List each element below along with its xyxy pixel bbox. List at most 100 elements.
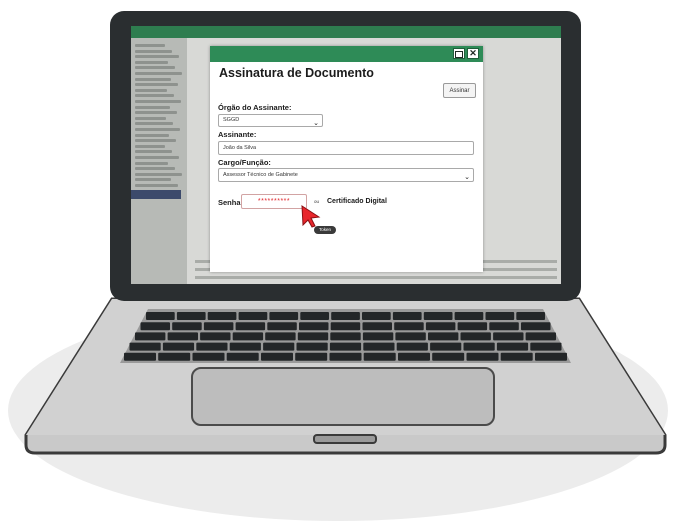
- sidebar-text-line: [135, 150, 172, 154]
- keyboard-key: [203, 322, 234, 331]
- sidebar-selected-item: [131, 190, 181, 199]
- orgao-value: SGGD: [223, 117, 240, 123]
- assinante-input[interactable]: João da Silva: [218, 141, 474, 155]
- keyboard-key: [300, 312, 329, 320]
- signature-dialog: ✕ Assinatura de Documento Assinar Órgão …: [210, 46, 483, 272]
- keyboard-key: [493, 332, 524, 341]
- keyboard-key: [263, 342, 295, 351]
- sidebar-text-line: [135, 139, 176, 143]
- sidebar-text-line: [135, 94, 174, 98]
- keyboard-key: [396, 342, 428, 351]
- keyboard-key: [466, 352, 499, 361]
- sidebar-text-line: [135, 66, 175, 70]
- keyboard-key: [521, 322, 551, 331]
- keyboard-key: [172, 322, 202, 331]
- password-value: **********: [257, 198, 291, 205]
- close-icon: ✕: [469, 48, 477, 58]
- senha-label: Senha: [218, 198, 241, 207]
- app-top-bar: [131, 26, 561, 38]
- keyboard-key: [500, 352, 533, 361]
- keyboard-key: [135, 332, 166, 341]
- keyboard: [120, 309, 571, 363]
- sidebar-text-line: [135, 88, 167, 92]
- sidebar-text-line: [135, 49, 172, 53]
- keyboard-key: [425, 322, 456, 331]
- background-text-line: [195, 276, 557, 279]
- keyboard-key: [226, 352, 259, 361]
- keyboard-key: [158, 352, 191, 361]
- keyboard-key: [454, 312, 484, 320]
- close-button[interactable]: ✕: [467, 48, 479, 59]
- sidebar-text-line: [135, 144, 165, 148]
- keyboard-key: [330, 322, 361, 331]
- keyboard-key: [269, 312, 299, 320]
- keyboard-key: [363, 352, 396, 361]
- keyboard-key: [516, 312, 545, 320]
- sidebar-text-line: [135, 184, 178, 187]
- keyboard-key: [423, 312, 453, 320]
- keyboard-key: [530, 342, 562, 351]
- keyboard-key: [485, 312, 515, 320]
- chevron-down-icon: ⌄: [313, 120, 319, 127]
- sidebar-text-line: [135, 167, 175, 171]
- sidebar-text-line: [135, 44, 165, 47]
- keyboard-key: [430, 342, 462, 351]
- keyboard-key: [299, 322, 329, 331]
- keyboard-key: [496, 342, 529, 351]
- keyboard-key: [362, 332, 394, 341]
- cargo-label: Cargo/Função:: [218, 158, 271, 167]
- sidebar-text-line: [135, 77, 171, 81]
- cargo-select[interactable]: Assessor Técnico de Gabinete ⌄: [218, 168, 474, 182]
- keyboard-key: [296, 342, 328, 351]
- keyboard-key: [362, 312, 391, 320]
- sidebar-text-line: [135, 60, 168, 64]
- keyboard-key: [196, 342, 228, 351]
- certificado-digital-option[interactable]: Certificado Digital: [327, 198, 387, 205]
- keyboard-key: [129, 342, 161, 351]
- sidebar-text-line: [135, 128, 180, 131]
- sidebar-text-line: [135, 116, 166, 120]
- keyboard-key: [428, 332, 459, 341]
- chevron-down-icon: ⌄: [464, 174, 470, 181]
- dialog-header: ✕: [210, 46, 483, 62]
- sidebar-text-line: [135, 133, 169, 137]
- sidebar-text-line: [135, 172, 182, 176]
- keyboard-key: [232, 332, 264, 341]
- keyboard-key: [267, 322, 297, 331]
- keyboard-key: [235, 322, 266, 331]
- keyboard-key: [535, 352, 567, 361]
- keyboard-key: [229, 342, 261, 351]
- orgao-label: Órgão do Assinante:: [218, 103, 292, 112]
- sign-button[interactable]: Assinar: [443, 83, 476, 98]
- keyboard-key: [329, 342, 362, 351]
- keyboard-key: [489, 322, 519, 331]
- keyboard-key: [167, 332, 198, 341]
- password-input[interactable]: **********: [241, 194, 307, 209]
- keyboard-key: [398, 352, 430, 361]
- cargo-value: Assessor Técnico de Gabinete: [223, 172, 298, 178]
- keyboard-key: [395, 332, 426, 341]
- keyboard-key: [265, 332, 296, 341]
- sidebar-text-line: [135, 161, 168, 165]
- orgao-select[interactable]: SGGD ⌄: [218, 114, 323, 127]
- keyboard-key: [392, 312, 422, 320]
- assinante-label: Assinante:: [218, 130, 257, 139]
- keyboard-key: [331, 312, 360, 320]
- keyboard-key: [330, 332, 361, 341]
- keyboard-key: [525, 332, 556, 341]
- keyboard-key: [162, 342, 195, 351]
- keyboard-key: [146, 312, 175, 320]
- sidebar-text-line: [135, 72, 182, 75]
- dialog-title: Assinatura de Documento: [219, 66, 374, 80]
- maximize-button[interactable]: [453, 48, 465, 59]
- keyboard-key: [394, 322, 424, 331]
- keyboard-key: [460, 332, 491, 341]
- keyboard-key: [261, 352, 293, 361]
- sidebar-text-line: [135, 178, 171, 182]
- sidebar-text-line: [135, 122, 173, 126]
- keyboard-key: [200, 332, 231, 341]
- sidebar-text-line: [135, 156, 179, 159]
- sidebar-text-line: [135, 105, 170, 109]
- keyboard-key: [363, 342, 395, 351]
- assinante-value: João da Silva: [223, 145, 257, 151]
